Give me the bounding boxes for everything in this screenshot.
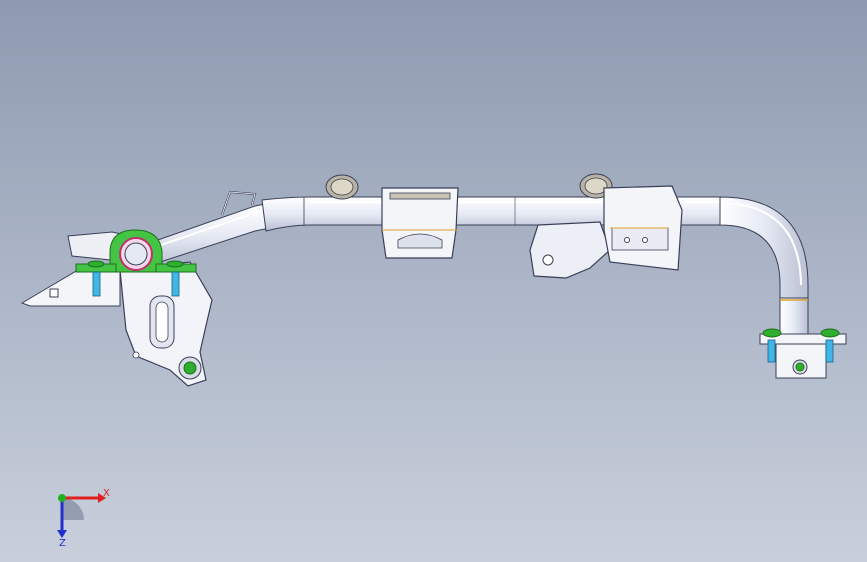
clamp-bolt-head-left	[87, 260, 105, 268]
rear-bushing-1	[325, 174, 359, 200]
z-axis-label: Z	[59, 538, 66, 549]
right-mount-bolt-head-right	[820, 328, 840, 338]
clamp-tube-section	[124, 242, 148, 266]
right-mount-bolt-left	[767, 339, 776, 363]
left-bracket-slot-inner	[155, 301, 169, 343]
left-flange-plate	[20, 267, 121, 307]
center-bracket-top-lip	[389, 192, 451, 200]
orientation-triad: X Z	[57, 488, 110, 549]
left-bracket-hole	[132, 351, 140, 359]
clamp-bolt-right	[171, 271, 180, 297]
right-tab-hole-2	[642, 237, 648, 243]
right-bracket-arm	[529, 221, 611, 279]
x-axis-label: X	[103, 488, 110, 499]
center-saddle-bracket[interactable]	[381, 187, 459, 259]
y-axis-dot	[58, 494, 66, 502]
right-mount-bolt-head-left	[762, 328, 782, 338]
right-bracket-hole	[542, 254, 554, 266]
left-flange-slot	[49, 288, 59, 298]
3d-viewport[interactable]: X Z	[0, 0, 867, 562]
right-tab-hole-1	[624, 237, 630, 243]
right-mount-bolt-right	[825, 339, 834, 363]
lower-mount-bolt-head	[183, 361, 197, 375]
right-bracket-tab	[611, 227, 669, 251]
clamp-bolt-left	[92, 271, 101, 297]
triad-shadow	[62, 498, 84, 520]
right-mount-center-bolt	[795, 362, 805, 372]
z-axis-head	[57, 530, 67, 538]
main-tube[interactable]	[134, 196, 809, 335]
tube-vertical-drop	[779, 297, 809, 335]
clamp-bolt-head-right	[166, 260, 184, 268]
cad-model[interactable]	[0, 0, 867, 562]
right-mount-bracket[interactable]	[759, 328, 847, 379]
